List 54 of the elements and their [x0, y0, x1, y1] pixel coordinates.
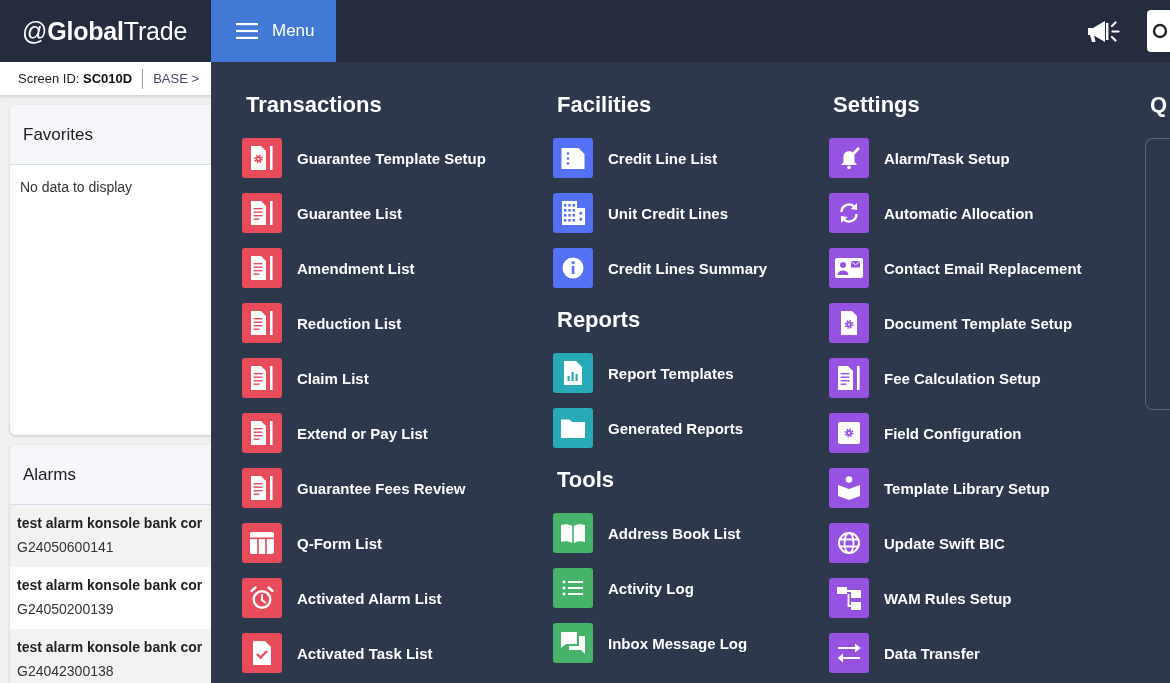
alarm-reference: G24050600141 [17, 538, 114, 557]
alarm-reference: G24050200139 [17, 600, 114, 619]
menu-link[interactable]: Guarantee Template Setup [242, 138, 486, 178]
card-title: Favorites [23, 124, 93, 145]
logo: @GlobalTrade [21, 15, 189, 47]
alarm-row[interactable]: test alarm konsole bank cor G24042300138 [10, 629, 211, 683]
screen-id-text: Screen ID: SC010D [18, 71, 133, 86]
menu-link[interactable]: Generated Reports [553, 408, 744, 448]
section-heading: Tools [556, 466, 615, 494]
breadcrumb-path: BASE > [153, 71, 200, 86]
menu-link[interactable]: Report Templates [553, 353, 734, 393]
empty-message: No data to display [19, 178, 134, 197]
menu-link[interactable]: Update Swift BIC [829, 523, 1005, 563]
menu-link[interactable]: Document Template Setup [829, 303, 1073, 343]
menu-link[interactable]: Credit Lines Summary [553, 248, 768, 288]
menu-link[interactable]: Automatic Allocation [829, 193, 1034, 233]
menu-link[interactable]: Amendment List [242, 248, 415, 288]
menu-link[interactable]: Guarantee List [242, 193, 403, 233]
menu-link[interactable]: Inbox Message Log [553, 623, 748, 663]
menu-link[interactable]: Contact Email Replacement [829, 248, 1082, 288]
menu-link[interactable]: Guarantee Fees Review [242, 468, 466, 508]
section-heading: Settings [832, 91, 920, 119]
header-button[interactable] [1147, 10, 1170, 52]
menu-link[interactable]: Activated Task List [242, 633, 433, 673]
menu-link[interactable]: Fee Calculation Setup [829, 358, 1041, 398]
menu-link[interactable]: Data Transfer [829, 633, 980, 673]
alarm-title: test alarm konsole bank cor [17, 638, 203, 657]
section-heading: Reports [556, 306, 641, 334]
menu-link[interactable]: Address Book List [553, 513, 741, 553]
menu-link[interactable]: Template Library Setup [829, 468, 1050, 508]
menu-link[interactable]: Claim List [242, 358, 369, 398]
alarm-title: test alarm konsole bank cor [17, 576, 203, 595]
menu-link[interactable]: WAM Rules Setup [829, 578, 1012, 618]
alarm-title: test alarm konsole bank cor [17, 514, 203, 533]
menu-link[interactable]: Field Configuration [829, 413, 1022, 453]
section-heading: Transactions [245, 91, 382, 119]
menu-link[interactable]: Q-Form List [242, 523, 382, 563]
megaphone-icon[interactable] [1088, 19, 1120, 44]
section-heading: Q [1149, 91, 1168, 119]
menu-link[interactable]: Activity Log [553, 568, 694, 608]
ring-icon [1152, 23, 1168, 39]
alarm-reference: G24042300138 [17, 662, 114, 681]
section-heading: Facilities [556, 91, 652, 119]
menu-link[interactable]: Unit Credit Lines [553, 193, 728, 233]
menu-icon [236, 23, 258, 39]
menu-link[interactable]: Extend or Pay List [242, 413, 428, 453]
menu-link[interactable]: Activated Alarm List [242, 578, 442, 618]
menu-button[interactable]: Menu [211, 0, 336, 62]
menu-link[interactable]: Reduction List [242, 303, 402, 343]
alarm-row[interactable]: test alarm konsole bank cor G24050200139 [10, 567, 211, 629]
menu-link[interactable]: Alarm/Task Setup [829, 138, 1010, 178]
menu-link[interactable]: Credit Line List [553, 138, 718, 178]
alarm-row[interactable]: test alarm konsole bank cor G24050600141 [10, 505, 211, 567]
card-title: Alarms [23, 464, 76, 485]
